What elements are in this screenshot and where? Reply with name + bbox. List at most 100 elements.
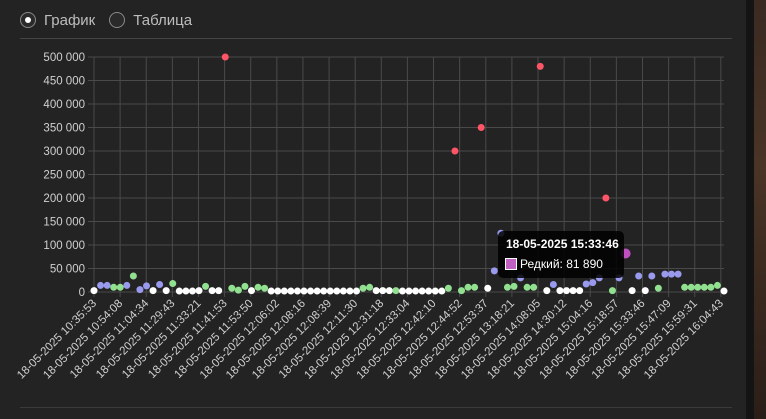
view-toggle: График Таблица (20, 8, 192, 32)
data-point (589, 279, 597, 287)
data-point (543, 287, 551, 295)
data-point (248, 287, 255, 295)
data-point (307, 287, 315, 295)
data-point (346, 287, 354, 295)
chart-panel: График Таблица 0 50 000 100 000 150 000 200 … (0, 0, 746, 419)
y-tick-label: 400 000 (43, 99, 85, 111)
data-point (392, 287, 400, 295)
data-point (175, 287, 183, 295)
y-tick-label: 200 000 (43, 193, 85, 205)
data-point (215, 287, 223, 295)
data-point (129, 272, 137, 280)
data-point (694, 283, 702, 291)
data-point (681, 283, 689, 291)
data-point (490, 267, 498, 275)
right-edge-background (754, 0, 766, 419)
tooltip-swatch (505, 258, 517, 270)
data-point (202, 282, 210, 290)
data-point (116, 283, 124, 291)
data-point (372, 287, 380, 295)
data-point (103, 281, 111, 289)
data-point (700, 283, 708, 291)
bottom-divider (20, 407, 732, 408)
data-point (385, 287, 393, 295)
data-point (648, 272, 656, 280)
data-point (438, 287, 446, 295)
y-tick-label: 100 000 (43, 240, 85, 252)
radio-chart-indicator[interactable] (20, 12, 36, 28)
data-point (641, 287, 649, 295)
radio-table-indicator[interactable] (109, 12, 126, 28)
data-point (720, 287, 728, 295)
data-point (182, 287, 190, 295)
data-point (326, 287, 334, 295)
data-point (412, 287, 420, 295)
data-point (484, 284, 492, 292)
data-point (195, 287, 203, 295)
y-tick-label: 350 000 (43, 123, 85, 135)
data-point (713, 281, 721, 289)
y-tick-label: 50 000 (50, 264, 85, 276)
data-point (267, 287, 275, 295)
y-tick-label: 450 000 (43, 76, 85, 88)
y-tick-label: 250 000 (43, 170, 85, 182)
data-point (668, 270, 675, 278)
data-point (353, 287, 360, 295)
data-point (608, 287, 616, 295)
data-point (320, 287, 328, 295)
data-point (458, 287, 465, 295)
radio-chart[interactable]: График (20, 12, 95, 29)
data-point (444, 284, 452, 292)
data-point (208, 287, 216, 295)
data-point (123, 281, 131, 289)
data-point (136, 286, 144, 294)
data-point (149, 287, 157, 295)
data-point (254, 283, 262, 291)
data-point (313, 287, 321, 295)
tooltip-label: Редкий: 81 890 (520, 257, 603, 271)
data-point (366, 283, 374, 291)
y-tick-label: 0 (79, 287, 85, 299)
radio-table-label[interactable]: Таблица (133, 12, 192, 29)
scatter-chart[interactable]: 0 50 000 100 000 150 000 200 000 250 000 300 0… (0, 40, 746, 405)
data-point (523, 283, 531, 291)
data-point (333, 287, 341, 295)
data-point (97, 281, 105, 289)
data-point (287, 287, 295, 295)
data-point (156, 280, 164, 288)
tooltip-row: Редкий: 81 890 (505, 257, 603, 271)
data-point (143, 282, 150, 290)
data-point (241, 282, 249, 290)
data-point (556, 287, 564, 295)
data-point (359, 284, 367, 292)
data-point (293, 287, 301, 295)
data-point (339, 287, 347, 295)
data-point (188, 287, 196, 295)
radio-chart-label[interactable]: График (44, 12, 95, 29)
data-point (654, 284, 662, 292)
data-point (90, 287, 98, 295)
data-point (418, 287, 426, 295)
data-point (431, 287, 439, 295)
data-point (110, 283, 118, 291)
data-point (280, 287, 288, 295)
y-tick-label: 300 000 (43, 146, 85, 158)
y-tick-label: 500 000 (43, 52, 85, 64)
data-point (569, 287, 577, 295)
data-point (707, 283, 715, 291)
top-divider (20, 38, 732, 39)
data-point (602, 194, 610, 202)
data-point (398, 287, 406, 295)
data-point (510, 282, 518, 290)
data-point (477, 124, 485, 131)
chart-tooltip: 18-05-2025 15:33:46 Редкий: 81 890 (498, 231, 624, 278)
data-point (549, 280, 557, 288)
data-point (162, 287, 170, 295)
radio-table[interactable]: Таблица (109, 12, 192, 29)
data-point (221, 53, 229, 61)
data-point (228, 284, 236, 292)
data-point (464, 283, 472, 291)
data-point (300, 287, 308, 295)
data-point (425, 287, 433, 295)
data-point (274, 287, 282, 295)
